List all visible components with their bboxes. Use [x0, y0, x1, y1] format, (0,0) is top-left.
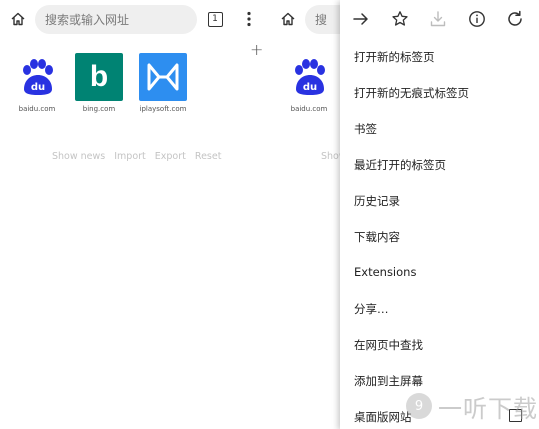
left-browser-panel: 搜索或输入网址 1 du baidu.com b bing.com iplays… [0, 0, 270, 429]
speed-dial-iplaysoft[interactable]: iplaysoft.com [128, 53, 198, 113]
search-placeholder: 搜 [315, 13, 328, 27]
download-icon [430, 11, 446, 27]
menu-item-recent-tabs[interactable]: 最近打开的标签页 [354, 157, 446, 173]
forward-arrow-icon [353, 13, 368, 25]
baidu-paw-icon: du [285, 53, 333, 101]
show-news-link[interactable]: Show news [52, 151, 105, 162]
forward-button[interactable] [350, 8, 372, 30]
tab-switcher-button[interactable]: 1 [206, 10, 224, 28]
info-icon [469, 11, 485, 27]
more-vert-icon [247, 11, 251, 27]
reload-button[interactable] [504, 8, 526, 30]
menu-item-history[interactable]: 历史记录 [354, 193, 400, 209]
bookmark-star-icon [392, 11, 408, 26]
tab-count-badge: 1 [207, 11, 223, 27]
tile-label: baidu.com [18, 105, 56, 113]
export-link[interactable]: Export [155, 151, 186, 162]
menu-item-new-tab[interactable]: 打开新的标签页 [354, 49, 435, 65]
svg-text:du: du [303, 82, 317, 93]
menu-button[interactable] [240, 9, 258, 29]
menu-item-bookmarks[interactable]: 书签 [354, 121, 377, 137]
overflow-menu: 打开新的标签页 打开新的无痕式标签页 书签 最近打开的标签页 历史记录 下载内容… [340, 0, 539, 429]
tile-label: baidu.com [290, 105, 328, 113]
search-placeholder: 搜索或输入网址 [45, 13, 130, 27]
menu-toolbar [340, 0, 539, 38]
speed-dial-bing[interactable]: b bing.com [64, 53, 134, 113]
add-tab-button[interactable]: + [250, 40, 263, 59]
menu-item-new-incognito-tab[interactable]: 打开新的无痕式标签页 [354, 85, 469, 101]
reset-link[interactable]: Reset [195, 151, 222, 162]
home-icon [281, 12, 295, 26]
download-page-button[interactable] [427, 8, 449, 30]
menu-item-desktop-site[interactable]: 桌面版网站 [354, 409, 412, 425]
watermark-text: 一听下载 [438, 394, 538, 423]
tile-label: bing.com [82, 105, 116, 113]
home-button[interactable] [278, 9, 298, 29]
iplaysoft-logo-icon [139, 53, 187, 101]
svg-text:du: du [31, 82, 45, 93]
bookmark-button[interactable] [389, 8, 411, 30]
bing-logo-icon: b [75, 53, 123, 101]
reload-icon [508, 10, 522, 26]
watermark-logo-icon: 9 [406, 393, 432, 419]
menu-item-downloads[interactable]: 下载内容 [354, 229, 400, 245]
speed-dial-baidu[interactable]: du baidu.com [274, 53, 344, 113]
baidu-paw-icon: du [13, 53, 61, 101]
menu-item-extensions[interactable]: Extensions [354, 265, 416, 279]
speed-dial-baidu[interactable]: du baidu.com [2, 53, 72, 113]
tile-label: iplaysoft.com [139, 105, 187, 113]
home-icon [11, 12, 25, 26]
url-search-bar[interactable]: 搜索或输入网址 [35, 5, 197, 34]
new-tab-links: Show news Import Export Reset [52, 151, 230, 162]
home-button[interactable] [8, 9, 28, 29]
import-link[interactable]: Import [114, 151, 146, 162]
page-info-button[interactable] [466, 8, 488, 30]
menu-item-share[interactable]: 分享… [354, 301, 389, 317]
watermark: 9 一听下载 [406, 383, 539, 429]
menu-item-find-in-page[interactable]: 在网页中查找 [354, 337, 423, 353]
